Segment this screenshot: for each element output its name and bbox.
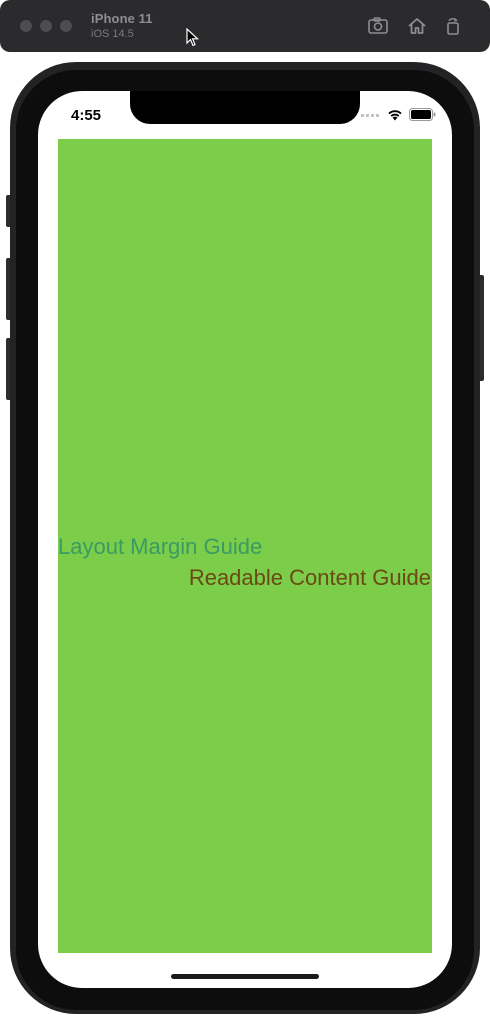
close-window-button[interactable] <box>20 20 32 32</box>
minimize-window-button[interactable] <box>40 20 52 32</box>
home-indicator[interactable] <box>171 974 319 979</box>
status-time: 4:55 <box>71 107 102 124</box>
rotate-button[interactable] <box>441 14 465 38</box>
camera-icon <box>368 17 388 34</box>
wifi-icon <box>388 109 402 120</box>
cellular-signal-icon <box>361 113 379 117</box>
layout-margin-guide-label: Layout Margin Guide <box>58 534 263 559</box>
simulator-title-bar: iPhone 11 iOS 14.5 <box>0 0 490 52</box>
battery-icon <box>409 108 436 121</box>
phone-screen: 4:55 Layout Margin Guide Readable Conten… <box>38 91 452 988</box>
status-icons <box>361 108 436 121</box>
device-name: iPhone 11 <box>91 11 153 26</box>
readable-content-guide-label: Readable Content Guide <box>188 565 431 590</box>
home-button[interactable] <box>405 14 429 38</box>
screenshot-button[interactable] <box>366 14 390 38</box>
rotate-icon <box>447 18 459 35</box>
notch <box>130 91 360 124</box>
mouse-cursor-icon <box>186 28 200 47</box>
home-icon <box>408 18 426 34</box>
zoom-window-button[interactable] <box>60 20 72 32</box>
content-view: Layout Margin Guide Readable Content Gui… <box>58 139 432 953</box>
device-os-version: iOS 14.5 <box>91 28 134 40</box>
